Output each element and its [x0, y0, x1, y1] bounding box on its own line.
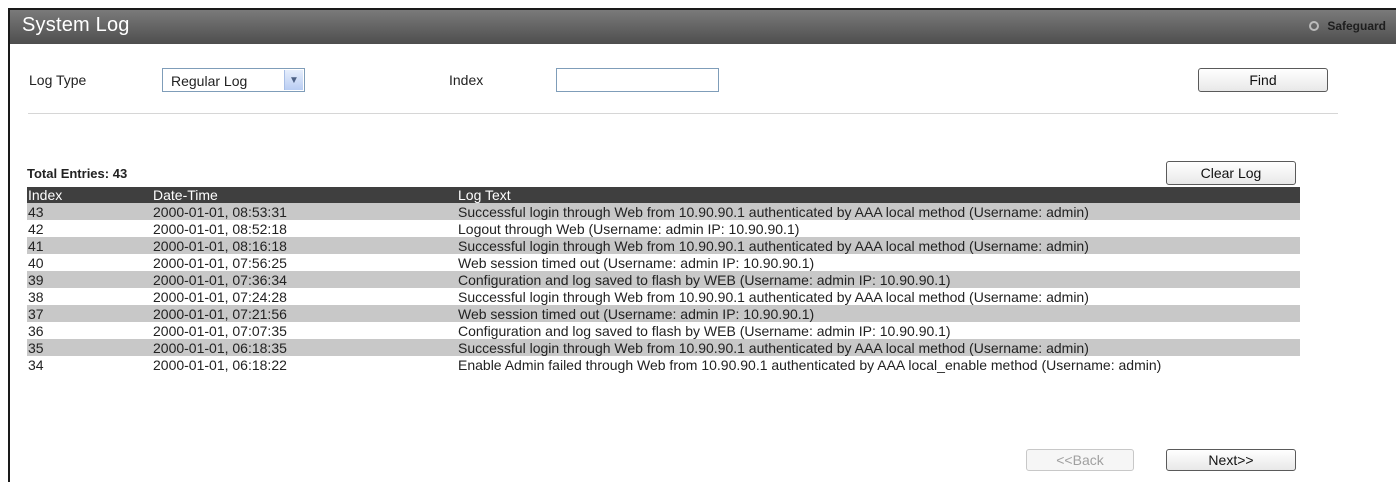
- table-row: 37 2000-01-01, 07:21:56 Web session timed …: [27, 305, 1300, 322]
- cell-date-time: 2000-01-01, 08:53:31: [153, 203, 287, 220]
- cell-date-time: 2000-01-01, 08:52:18: [153, 220, 287, 237]
- cell-index: 35: [28, 339, 44, 356]
- cell-date-time: 2000-01-01, 07:24:28: [153, 288, 287, 305]
- cell-log-text: Successful login through Web from 10.90.…: [458, 203, 1089, 220]
- table-row: 34 2000-01-01, 06:18:22 Enable Admin faile…: [27, 356, 1300, 373]
- cell-log-text: Web session timed out (Username: admin I…: [458, 305, 815, 322]
- cell-index: 37: [28, 305, 44, 322]
- cell-date-time: 2000-01-01, 08:16:18: [153, 237, 287, 254]
- cell-log-text: Logout through Web (Username: admin IP: …: [458, 220, 800, 237]
- cell-log-text: Configuration and log saved to flash by …: [458, 271, 951, 288]
- cell-date-time: 2000-01-01, 06:18:22: [153, 356, 287, 373]
- cell-log-text: Successful login through Web from 10.90.…: [458, 288, 1089, 305]
- cell-index: 43: [28, 203, 44, 220]
- log-table: Index Date-Time Log Text 43 2000-01-01, 0…: [27, 187, 1300, 373]
- table-row: 38 2000-01-01, 07:24:28 Successful login t…: [27, 288, 1300, 305]
- column-header-date-time: Date-Time: [153, 187, 218, 203]
- system-log-panel: System Log Safeguard Log Type Regular Lo…: [8, 8, 1396, 482]
- cell-log-text: Configuration and log saved to flash by …: [458, 322, 951, 339]
- cell-date-time: 2000-01-01, 07:56:25: [153, 254, 287, 271]
- table-row: 35 2000-01-01, 06:18:35 Successful login t…: [27, 339, 1300, 356]
- safeguard-indicator[interactable]: Safeguard: [1309, 19, 1386, 33]
- cell-index: 39: [28, 271, 44, 288]
- table-row: 41 2000-01-01, 08:16:18 Successful login t…: [27, 237, 1300, 254]
- clear-log-button[interactable]: Clear Log: [1166, 161, 1296, 185]
- safeguard-label: Safeguard: [1327, 19, 1386, 33]
- divider: [28, 113, 1338, 114]
- next-button[interactable]: Next>>: [1166, 449, 1296, 471]
- table-row: 36 2000-01-01, 07:07:35 Configuration and …: [27, 322, 1300, 339]
- table-header-row: Index Date-Time Log Text: [27, 187, 1300, 203]
- cell-date-time: 2000-01-01, 07:36:34: [153, 271, 287, 288]
- cell-index: 36: [28, 322, 44, 339]
- table-row: 39 2000-01-01, 07:36:34 Configuration and …: [27, 271, 1300, 288]
- log-type-select[interactable]: Regular Log ▼: [162, 68, 305, 92]
- log-type-label: Log Type: [29, 72, 87, 88]
- log-type-value: Regular Log: [171, 73, 248, 89]
- column-header-index: Index: [28, 187, 63, 203]
- cell-index: 40: [28, 254, 44, 271]
- index-input[interactable]: [556, 68, 719, 92]
- table-row: 43 2000-01-01, 08:53:31 Successful login t…: [27, 203, 1300, 220]
- cell-date-time: 2000-01-01, 06:18:35: [153, 339, 287, 356]
- index-label: Index: [449, 72, 484, 88]
- table-row: 42 2000-01-01, 08:52:18 Logout through Web…: [27, 220, 1300, 237]
- circle-icon: [1309, 21, 1320, 31]
- cell-log-text: Web session timed out (Username: admin I…: [458, 254, 815, 271]
- cell-date-time: 2000-01-01, 07:07:35: [153, 322, 287, 339]
- cell-index: 42: [28, 220, 44, 237]
- cell-log-text: Successful login through Web from 10.90.…: [458, 339, 1089, 356]
- page-title: System Log: [22, 14, 130, 36]
- title-bar: System Log Safeguard: [10, 10, 1396, 44]
- back-button[interactable]: <<Back: [1026, 449, 1134, 471]
- cell-date-time: 2000-01-01, 07:21:56: [153, 305, 287, 322]
- chevron-down-icon[interactable]: ▼: [284, 70, 303, 90]
- total-entries: Total Entries: 43: [27, 166, 128, 181]
- cell-index: 34: [28, 356, 44, 373]
- table-row: 40 2000-01-01, 07:56:25 Web session timed …: [27, 254, 1300, 271]
- cell-log-text: Enable Admin failed through Web from 10.…: [458, 356, 1162, 373]
- cell-index: 41: [28, 237, 44, 254]
- cell-index: 38: [28, 288, 44, 305]
- find-button[interactable]: Find: [1198, 68, 1328, 92]
- column-header-log-text: Log Text: [458, 187, 511, 203]
- cell-log-text: Successful login through Web from 10.90.…: [458, 237, 1089, 254]
